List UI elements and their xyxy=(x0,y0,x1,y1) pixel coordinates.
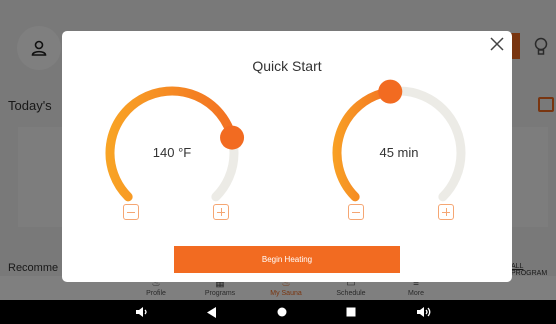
temperature-dial[interactable]: 140 °F xyxy=(97,83,247,202)
screen: Today's Recomme ALL PROGRAM ♨Profile ▦Pr… xyxy=(0,0,556,324)
duration-dial-graphic xyxy=(332,79,466,202)
home-icon[interactable] xyxy=(272,300,292,324)
temperature-arc xyxy=(105,86,237,202)
back-icon[interactable] xyxy=(202,300,222,324)
duration-dial[interactable]: 45 min xyxy=(324,79,474,202)
duration-knob[interactable] xyxy=(378,79,403,104)
duration-decrease-button[interactable] xyxy=(348,204,364,220)
recents-icon[interactable] xyxy=(341,300,361,324)
dialog-title: Quick Start xyxy=(252,58,322,74)
duration-value: 45 min xyxy=(379,145,419,160)
temperature-decrease-button[interactable] xyxy=(123,204,139,220)
volume-up-icon[interactable] xyxy=(413,300,435,324)
duration-increase-button[interactable] xyxy=(438,204,454,220)
temperature-value: 140 °F xyxy=(152,145,192,160)
quick-start-dialog: Quick Start 140 °F 45 min Begin Heating xyxy=(62,31,512,282)
close-icon[interactable] xyxy=(488,35,506,53)
begin-heating-button[interactable]: Begin Heating xyxy=(174,246,400,273)
temperature-dial-graphic xyxy=(105,86,245,202)
system-nav-bar xyxy=(0,300,556,324)
temperature-increase-button[interactable] xyxy=(213,204,229,220)
volume-down-icon[interactable] xyxy=(132,300,152,324)
